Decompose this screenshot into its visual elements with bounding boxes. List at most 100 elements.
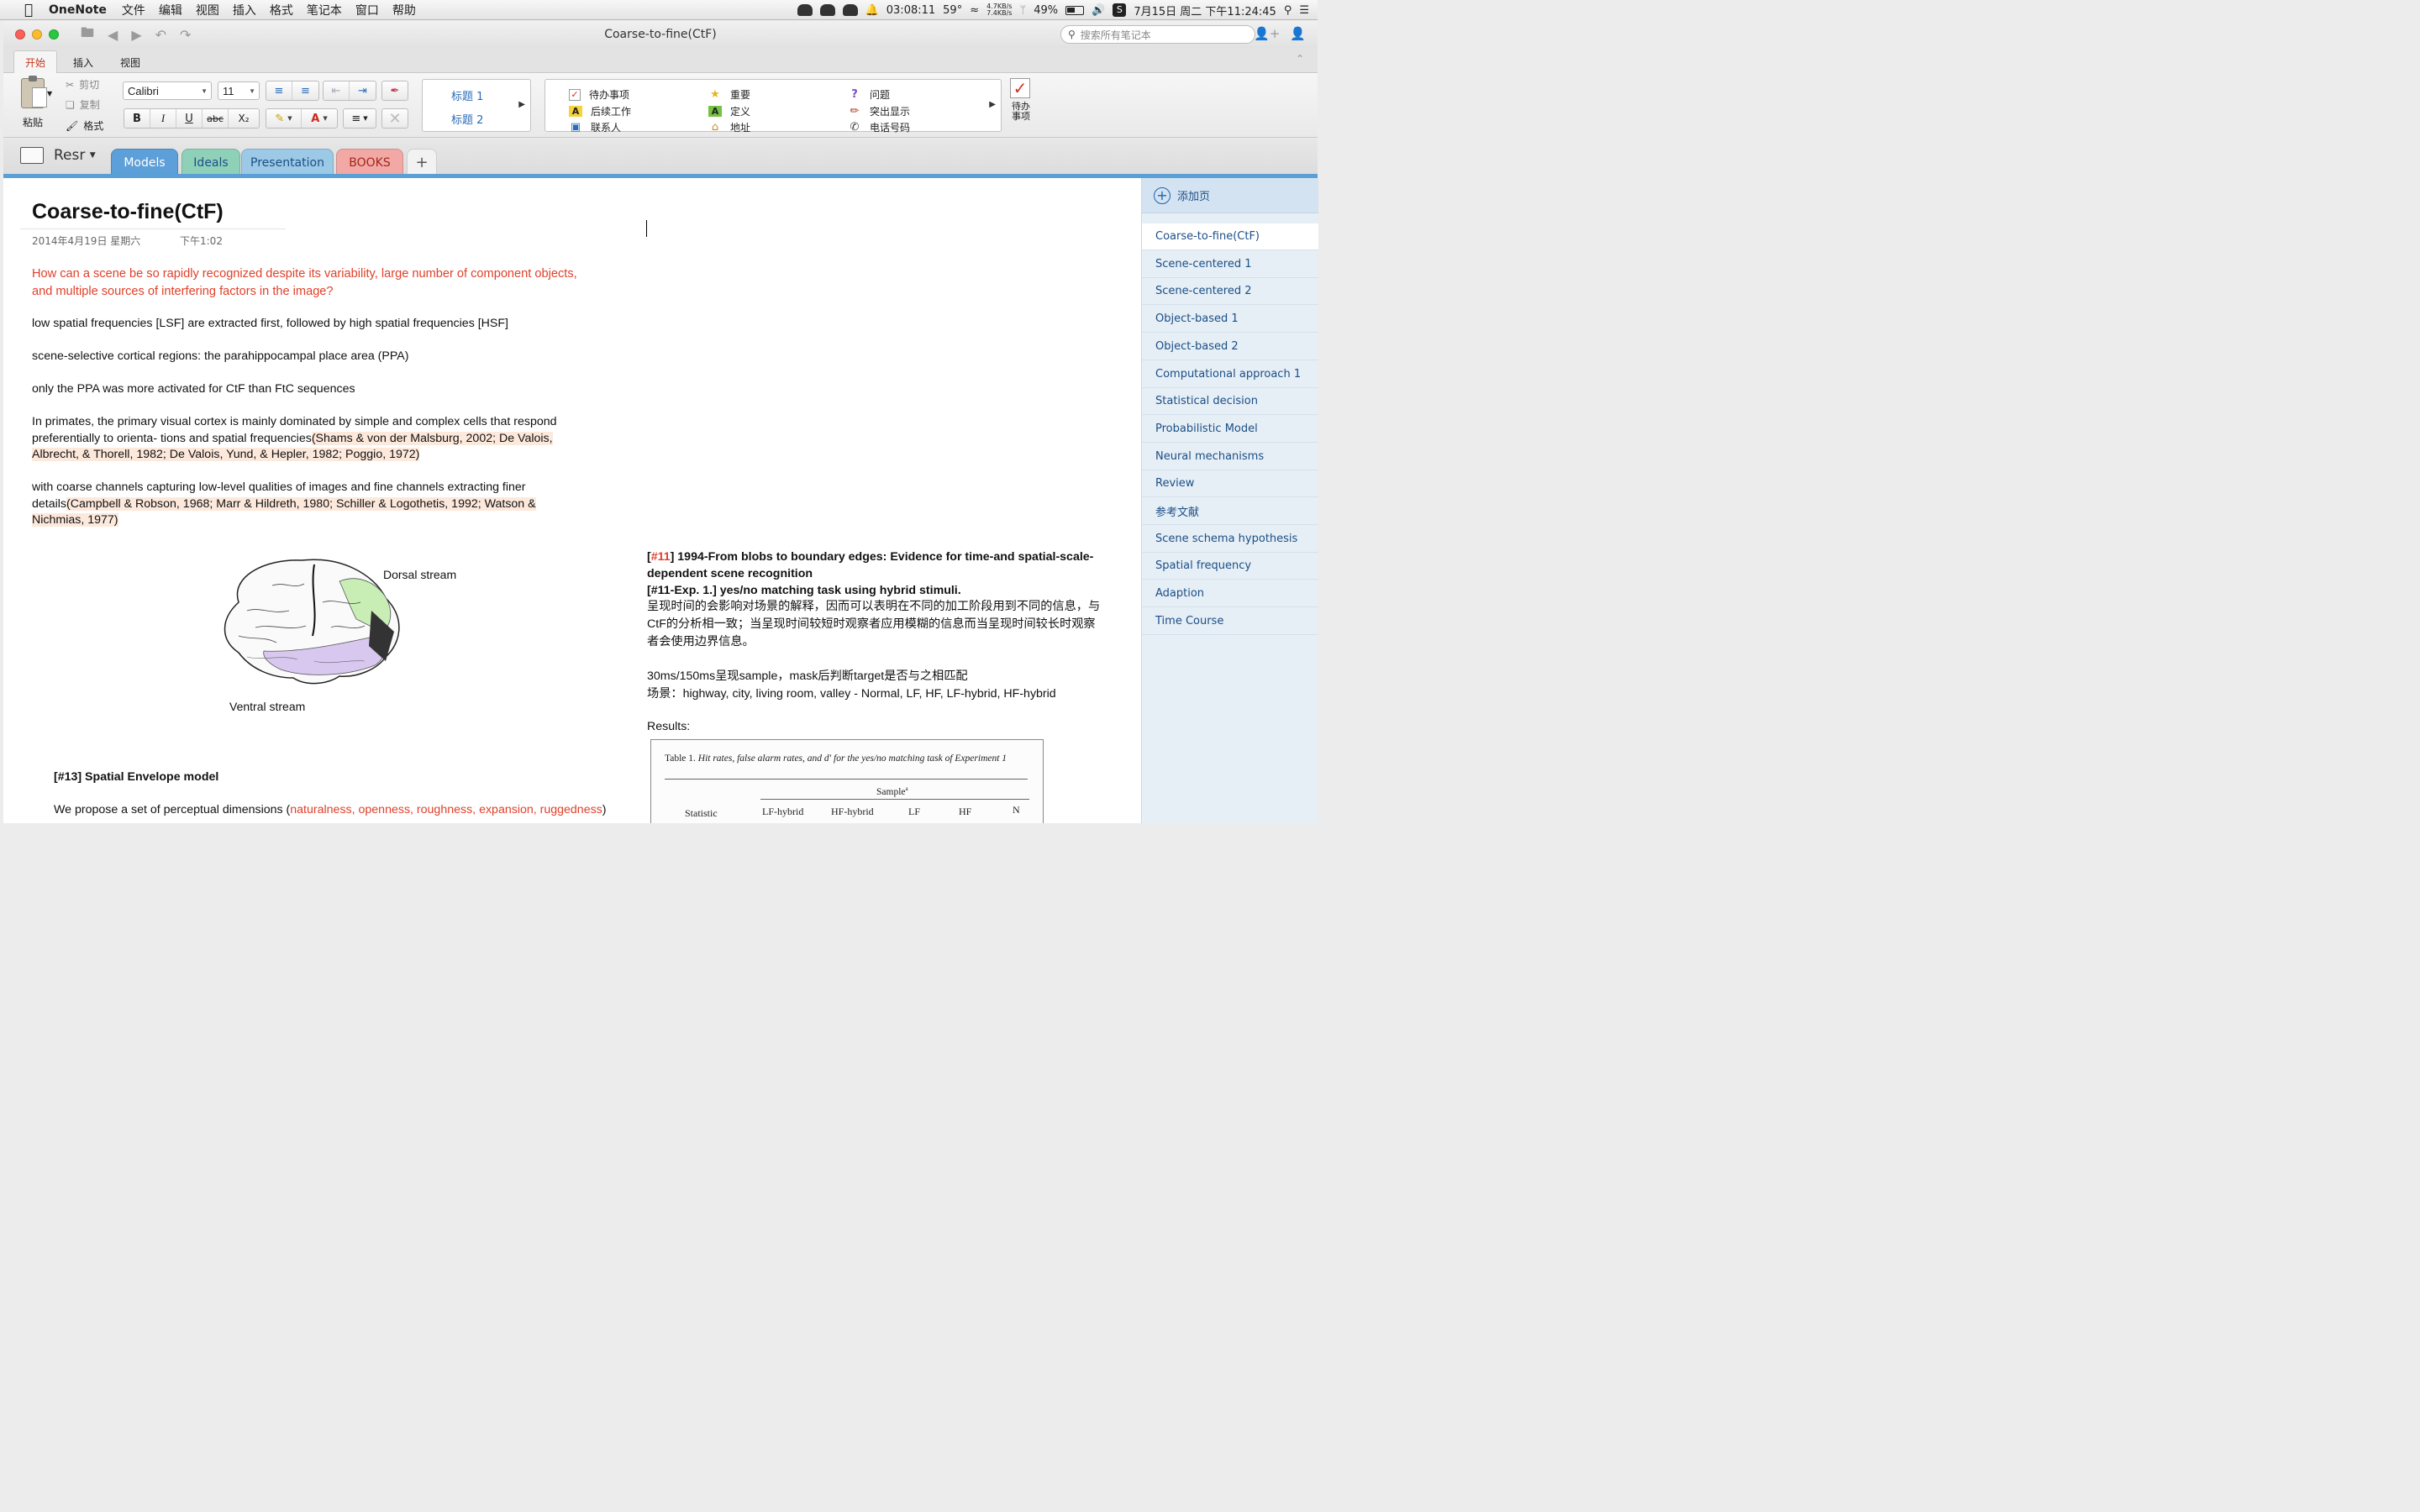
- volume-icon[interactable]: 🔊: [1092, 4, 1105, 17]
- align-button[interactable]: ≡ ▼: [344, 109, 376, 128]
- page-list-item[interactable]: Computational approach 1: [1142, 361, 1318, 388]
- hat-icon[interactable]: [842, 4, 858, 16]
- redo-icon[interactable]: ↷: [180, 27, 191, 43]
- strikethrough-button[interactable]: abc: [203, 109, 229, 128]
- todo-tag-button[interactable]: ✓ 待办事项: [1010, 78, 1032, 122]
- tag-address[interactable]: ⌂ 地址: [708, 120, 750, 134]
- add-page-button[interactable]: + 添加页: [1142, 178, 1318, 213]
- page-list-item[interactable]: Neural mechanisms: [1142, 444, 1318, 470]
- tab-view[interactable]: 视图: [109, 50, 151, 74]
- apple-menu-icon[interactable]: : [18, 2, 39, 18]
- results-table-image[interactable]: Table 1. Hit rates, false alarm rates, a…: [650, 739, 1044, 823]
- ref11-heading[interactable]: [#11] 1994-From blobs to boundary edges:…: [647, 549, 1101, 582]
- subscript-button[interactable]: X₂: [229, 109, 259, 128]
- tag-highlight[interactable]: ✏ 突出显示: [848, 104, 910, 118]
- battery-icon[interactable]: [1065, 5, 1085, 15]
- underline-button[interactable]: U: [176, 109, 203, 128]
- qq-icon[interactable]: [797, 4, 813, 16]
- notebook-selector[interactable]: Resr ▼: [54, 147, 96, 164]
- qq-group-icon[interactable]: [819, 4, 835, 16]
- skype-icon[interactable]: S: [1113, 3, 1127, 17]
- numbered-list-button[interactable]: ≡: [292, 81, 318, 100]
- question-paragraph[interactable]: How can a scene be so rapidly recognized…: [32, 265, 587, 301]
- wifi-icon[interactable]: ≈: [970, 4, 979, 17]
- page-list-item[interactable]: Object-based 1: [1142, 306, 1318, 333]
- style-heading-2[interactable]: 标题 2: [451, 111, 483, 127]
- results-label[interactable]: Results:: [647, 718, 1101, 735]
- style-heading-1[interactable]: 标题 1: [451, 87, 483, 103]
- menu-edit[interactable]: 编辑: [159, 2, 182, 18]
- network-speed[interactable]: 4.7KB/s 7.4KB/s: [986, 3, 1012, 17]
- tag-phone[interactable]: ✆ 电话号码: [848, 120, 910, 134]
- forward-icon[interactable]: ▶: [131, 27, 141, 43]
- add-section-button[interactable]: +: [407, 149, 437, 176]
- tag-follow-up[interactable]: A 后续工作: [569, 104, 631, 118]
- ref11-scenes[interactable]: 场景：highway, city, living room, valley - …: [647, 685, 1101, 702]
- tag-important[interactable]: ★ 重要: [708, 87, 750, 102]
- tag-contact[interactable]: ▣ 联系人: [569, 120, 621, 134]
- page-list-item[interactable]: Scene-centered 1: [1142, 251, 1318, 278]
- spatial-envelope-text[interactable]: We propose a set of perceptual dimension…: [54, 802, 642, 819]
- undo-icon[interactable]: ↶: [155, 27, 166, 43]
- section-tab-presentation[interactable]: Presentation: [241, 149, 334, 176]
- page-list-item[interactable]: Statistical decision: [1142, 388, 1318, 416]
- note-channels[interactable]: with coarse channels capturing low-level…: [32, 480, 587, 529]
- collapse-ribbon-icon[interactable]: ⌃: [1296, 53, 1304, 65]
- note-ppa-activation[interactable]: only the PPA was more activated for CtF …: [32, 381, 587, 398]
- battery-percent[interactable]: 49%: [1034, 4, 1058, 17]
- ref13-heading[interactable]: [#13] Spatial Envelope model: [54, 769, 608, 786]
- delete-x-icon[interactable]: ✕: [382, 109, 408, 128]
- app-menu[interactable]: OneNote: [49, 3, 107, 17]
- menu-insert[interactable]: 插入: [233, 2, 256, 18]
- menu-format[interactable]: 格式: [270, 2, 293, 18]
- outdent-button[interactable]: ⇤: [324, 81, 350, 100]
- copy-button[interactable]: ❏ 复制: [66, 97, 100, 112]
- menu-view[interactable]: 视图: [196, 2, 219, 18]
- cut-button[interactable]: ✂ 剪切: [66, 77, 99, 92]
- tag-definition[interactable]: A 定义: [708, 104, 750, 118]
- paste-button[interactable]: 粘贴: [15, 76, 50, 129]
- page-canvas[interactable]: Coarse-to-fine(CtF) 2014年4月19日 星期六 下午1:0…: [3, 178, 1141, 823]
- note-ppa[interactable]: scene-selective cortical regions: the pa…: [32, 349, 587, 365]
- format-painter-button[interactable]: 🖌 格式: [66, 118, 103, 133]
- clear-formatting-icon[interactable]: ✒: [382, 81, 408, 100]
- indent-button[interactable]: ⇥: [350, 81, 376, 100]
- page-title[interactable]: Coarse-to-fine(CtF): [32, 200, 224, 224]
- minimize-window-button[interactable]: [32, 29, 42, 39]
- spotlight-icon[interactable]: ⚲: [1284, 4, 1292, 17]
- notebook-icon[interactable]: [20, 147, 44, 164]
- menu-window[interactable]: 窗口: [355, 2, 379, 18]
- page-list-item[interactable]: Probabilistic Model: [1142, 416, 1318, 443]
- bold-button[interactable]: B: [124, 109, 150, 128]
- bell-icon[interactable]: 🔔: [865, 4, 879, 17]
- search-field[interactable]: ⚲ 搜索所有笔记本: [1060, 25, 1255, 44]
- tags-more-icon[interactable]: ▶: [989, 100, 996, 109]
- share-user-icon[interactable]: 👤+: [1254, 26, 1280, 41]
- zoom-window-button[interactable]: [49, 29, 59, 39]
- page-list-item[interactable]: Object-based 2: [1142, 333, 1318, 360]
- page-list-item[interactable]: 参考文献: [1142, 498, 1318, 525]
- tab-insert[interactable]: 插入: [62, 50, 104, 74]
- page-list-item[interactable]: Scene schema hypothesis: [1142, 526, 1318, 553]
- timer-readout[interactable]: 03:08:11: [886, 4, 935, 17]
- page-list-item[interactable]: Review: [1142, 470, 1318, 498]
- page-list-item[interactable]: Adaption: [1142, 580, 1318, 608]
- menu-file[interactable]: 文件: [122, 2, 145, 18]
- brain-diagram-image[interactable]: [213, 552, 407, 688]
- styles-more-icon[interactable]: ▶: [518, 100, 525, 109]
- note-lsf-hsf[interactable]: low spatial frequencies [LSF] are extrac…: [32, 316, 587, 333]
- tag-todo[interactable]: ✓ 待办事项: [569, 87, 629, 102]
- account-icon[interactable]: 👤: [1290, 26, 1306, 41]
- clock[interactable]: 7月15日 周二 下午11:24:45: [1134, 3, 1276, 18]
- section-tab-ideals[interactable]: Ideals: [182, 149, 240, 176]
- font-color-button[interactable]: A ▼: [302, 109, 337, 128]
- paste-dropdown-icon[interactable]: ▼: [47, 90, 52, 97]
- section-tab-books[interactable]: BOOKS: [336, 149, 403, 176]
- note-primates[interactable]: In primates, the primary visual cortex i…: [32, 414, 587, 464]
- tag-question[interactable]: ? 问题: [848, 87, 890, 102]
- page-list-item[interactable]: Spatial frequency: [1142, 553, 1318, 580]
- tab-home[interactable]: 开始: [13, 50, 57, 74]
- font-size-select[interactable]: 11 ▼: [218, 81, 260, 100]
- weather-readout[interactable]: 59°: [943, 4, 962, 17]
- menu-notebook[interactable]: 笔记本: [307, 2, 342, 18]
